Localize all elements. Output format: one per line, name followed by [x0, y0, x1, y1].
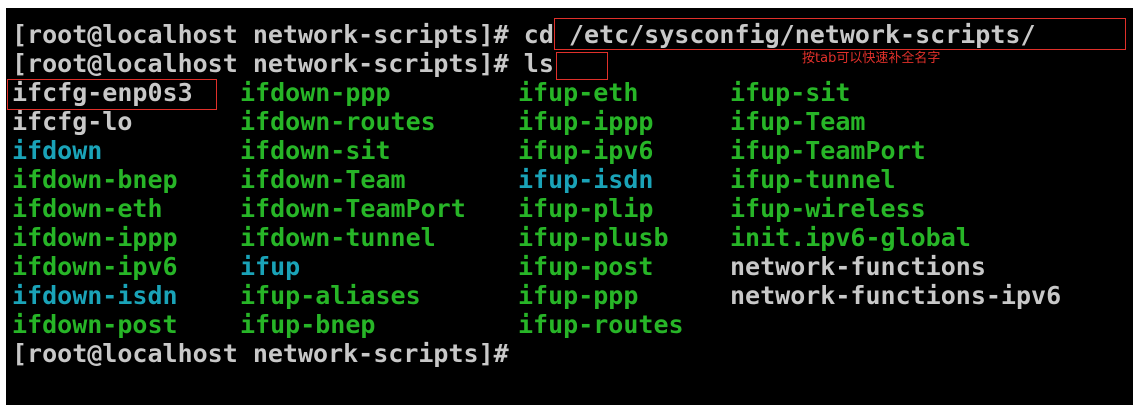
ls-entry-ifdown-ppp: ifdown-ppp: [240, 78, 391, 107]
ls-entry-ifup-tunnel: ifup-tunnel: [730, 165, 896, 194]
ls-entry-ifup-wireless: ifup-wireless: [730, 194, 926, 223]
ls-entry-ifup-ppp: ifup-ppp: [518, 281, 639, 310]
command-ls: ls: [523, 49, 554, 78]
ls-entry-ifup-teamport: ifup-TeamPort: [730, 136, 926, 165]
ls-entry-ifdown-teamport: ifdown-TeamPort: [240, 194, 466, 223]
ls-entry-ifdown-post: ifdown-post: [12, 310, 178, 339]
highlight-ifcfg-enp0s3: [7, 79, 217, 110]
window-top-border: [0, 0, 1133, 8]
ls-entry-ifdown-ipv6: ifdown-ipv6: [12, 252, 178, 281]
terminal-line-ls: [root@localhost network-scripts]# ls: [12, 49, 554, 78]
ls-entry-ifdown-team: ifdown-Team: [240, 165, 406, 194]
ls-entry-ifup: ifup: [240, 252, 301, 281]
ls-entry-ifup-ippp: ifup-ippp: [518, 107, 654, 136]
ls-entry-ifup-routes: ifup-routes: [518, 310, 684, 339]
highlight-cd-command: [554, 18, 1126, 50]
shell-prompt: [root@localhost network-scripts]#: [12, 339, 509, 368]
ls-entry-ifdown-tunnel: ifdown-tunnel: [240, 223, 436, 252]
ls-entry-ifup-eth: ifup-eth: [518, 78, 639, 107]
ls-entry-init-ipv6-global: init.ipv6-global: [730, 223, 971, 252]
ls-entry-ifup-isdn: ifup-isdn: [518, 165, 654, 194]
ls-entry-ifup-ipv6: ifup-ipv6: [518, 136, 654, 165]
ls-entry-ifup-plip: ifup-plip: [518, 194, 654, 223]
terminal-line-prompt: [root@localhost network-scripts]#: [12, 339, 509, 368]
ls-entry-network-functions: network-functions: [730, 252, 986, 281]
shell-prompt: [root@localhost network-scripts]#: [12, 20, 509, 49]
ls-entry-ifdown-bnep: ifdown-bnep: [12, 165, 178, 194]
ls-entry-ifdown-isdn: ifdown-isdn: [12, 281, 178, 310]
ls-entry-ifup-team: ifup-Team: [730, 107, 866, 136]
ls-entry-ifcfg-lo: ifcfg-lo: [12, 107, 133, 136]
ls-entry-ifup-bnep: ifup-bnep: [240, 310, 376, 339]
ls-entry-ifup-plusb: ifup-plusb: [518, 223, 669, 252]
ls-entry-ifdown: ifdown: [12, 136, 103, 165]
ls-entry-ifdown-sit: ifdown-sit: [240, 136, 391, 165]
ls-entry-ifup-post: ifup-post: [518, 252, 654, 281]
ls-entry-ifdown-ippp: ifdown-ippp: [12, 223, 178, 252]
annotation-tab-completion-note: 按tab可以快速补全名字: [802, 51, 941, 66]
ls-entry-ifup-aliases: ifup-aliases: [240, 281, 421, 310]
shell-prompt: [root@localhost network-scripts]#: [12, 49, 509, 78]
ls-entry-ifdown-routes: ifdown-routes: [240, 107, 436, 136]
ls-entry-network-functions-ipv6: network-functions-ipv6: [730, 281, 1062, 310]
highlight-ls-command: [556, 52, 608, 80]
ls-entry-ifdown-eth: ifdown-eth: [12, 194, 163, 223]
ls-entry-ifup-sit: ifup-sit: [730, 78, 851, 107]
